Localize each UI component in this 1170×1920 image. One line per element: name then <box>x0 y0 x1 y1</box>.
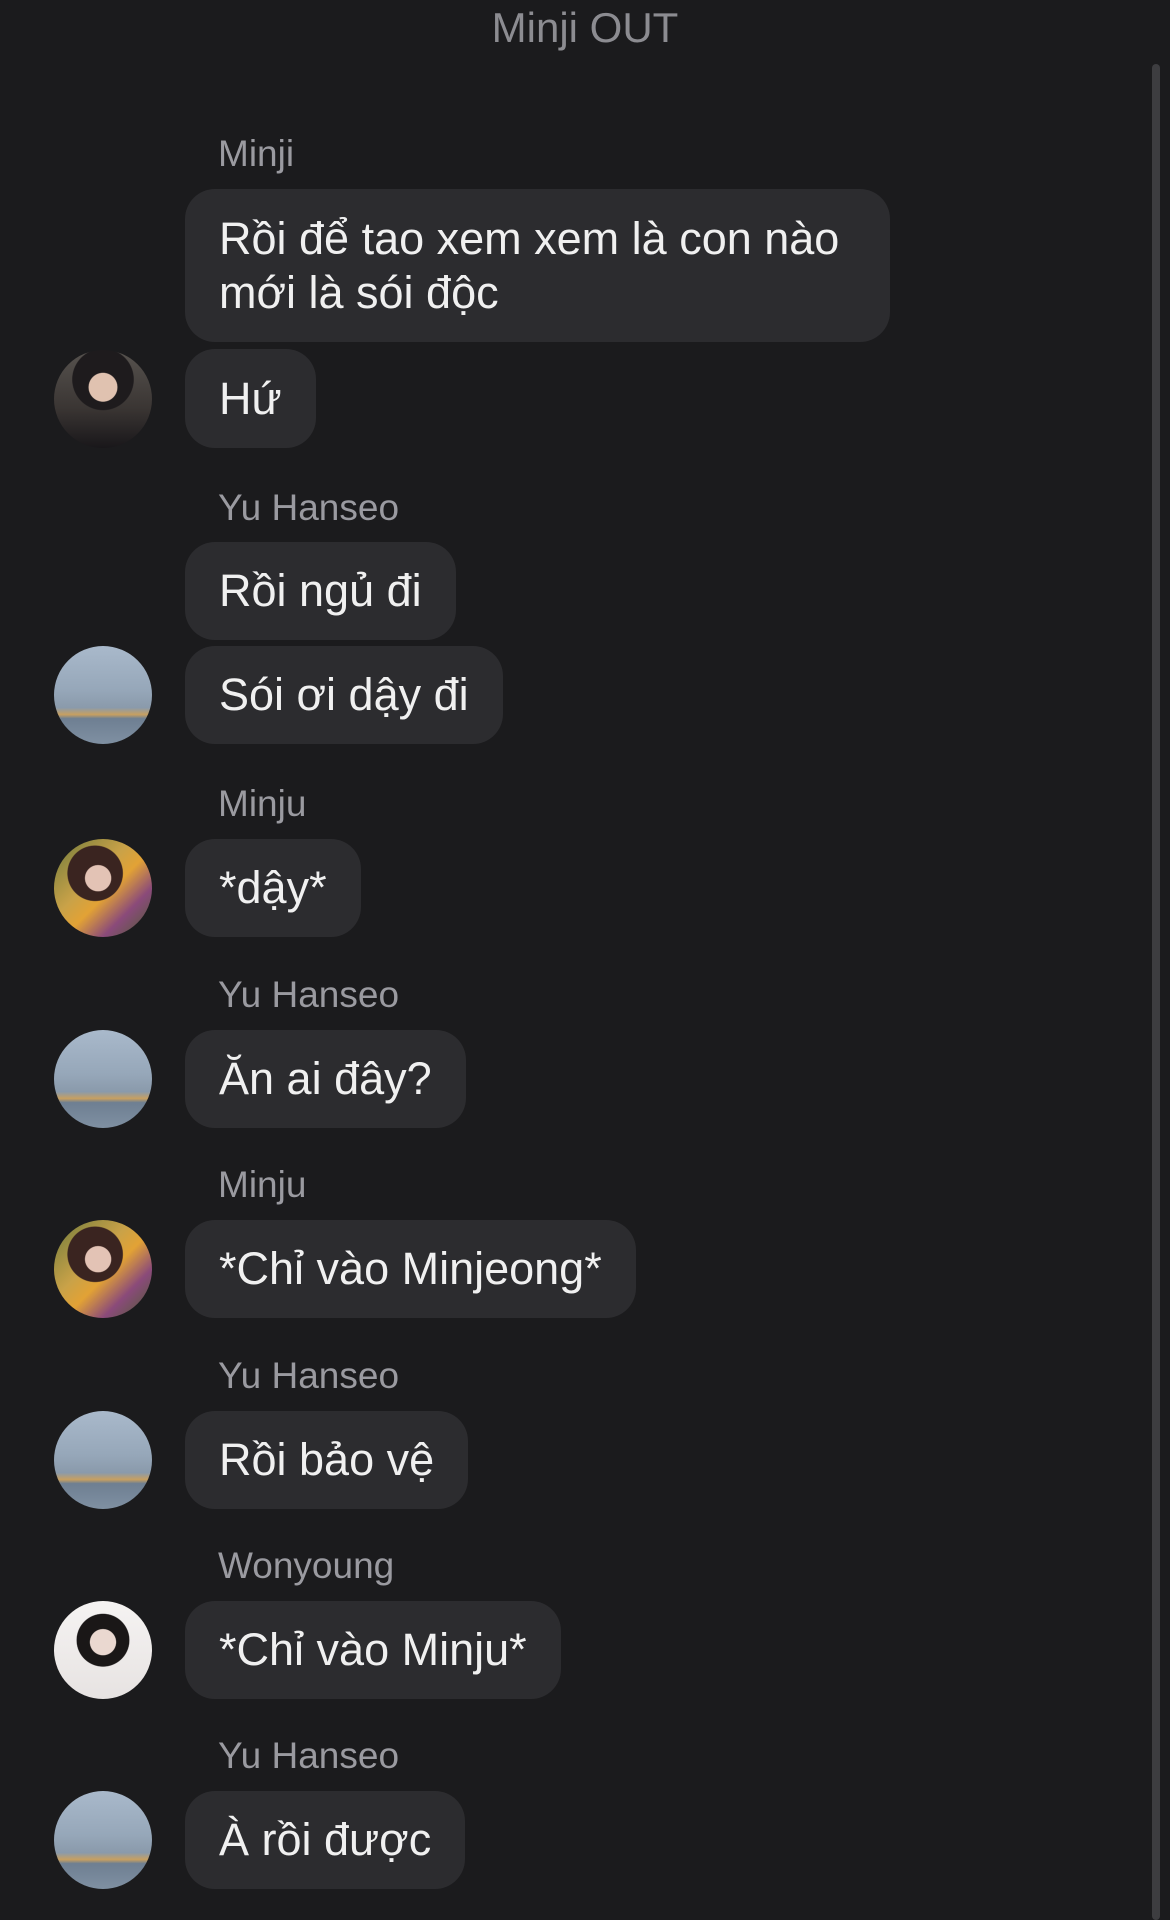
message-bubble[interactable]: *Chỉ vào Minjeong* <box>185 1220 636 1318</box>
message-bubble[interactable]: Rồi để tao xem xem là con nào mới là sói… <box>185 189 890 342</box>
avatar-minju[interactable] <box>54 1220 152 1318</box>
message-bubble[interactable]: *Chỉ vào Minju* <box>185 1601 561 1699</box>
message-bubble[interactable]: À rồi được <box>185 1791 466 1889</box>
message-bubble[interactable]: Hứ <box>185 349 316 448</box>
message-bubble[interactable]: Rồi ngủ đi <box>185 542 456 640</box>
chat-title[interactable]: Minji OUT <box>0 0 1170 56</box>
message-bubble[interactable]: Ăn ai đây? <box>185 1030 466 1128</box>
sender-name: Minju <box>218 1164 307 1205</box>
avatar-yu-hanseo[interactable] <box>54 1030 152 1128</box>
message-bubble[interactable]: Sói ơi dậy đi <box>185 646 503 744</box>
sender-name: Yu Hanseo <box>218 974 400 1015</box>
message-bubble[interactable]: *dậy* <box>185 839 361 937</box>
avatar-wonyoung[interactable] <box>54 1601 152 1699</box>
avatar-yu-hanseo[interactable] <box>54 646 152 744</box>
sender-name: Wonyoung <box>218 1545 395 1586</box>
scrollbar[interactable] <box>1152 64 1160 1920</box>
sender-name: Minji <box>218 133 295 174</box>
avatar-minji[interactable] <box>54 350 152 448</box>
avatar-yu-hanseo[interactable] <box>54 1411 152 1509</box>
sender-name: Yu Hanseo <box>218 1355 400 1396</box>
avatar-yu-hanseo[interactable] <box>54 1791 152 1889</box>
avatar-minju[interactable] <box>54 839 152 937</box>
sender-name: Minju <box>218 783 307 824</box>
sender-name: Yu Hanseo <box>218 1735 400 1776</box>
message-bubble[interactable]: Rồi bảo vệ <box>185 1411 469 1509</box>
sender-name: Yu Hanseo <box>218 487 400 528</box>
